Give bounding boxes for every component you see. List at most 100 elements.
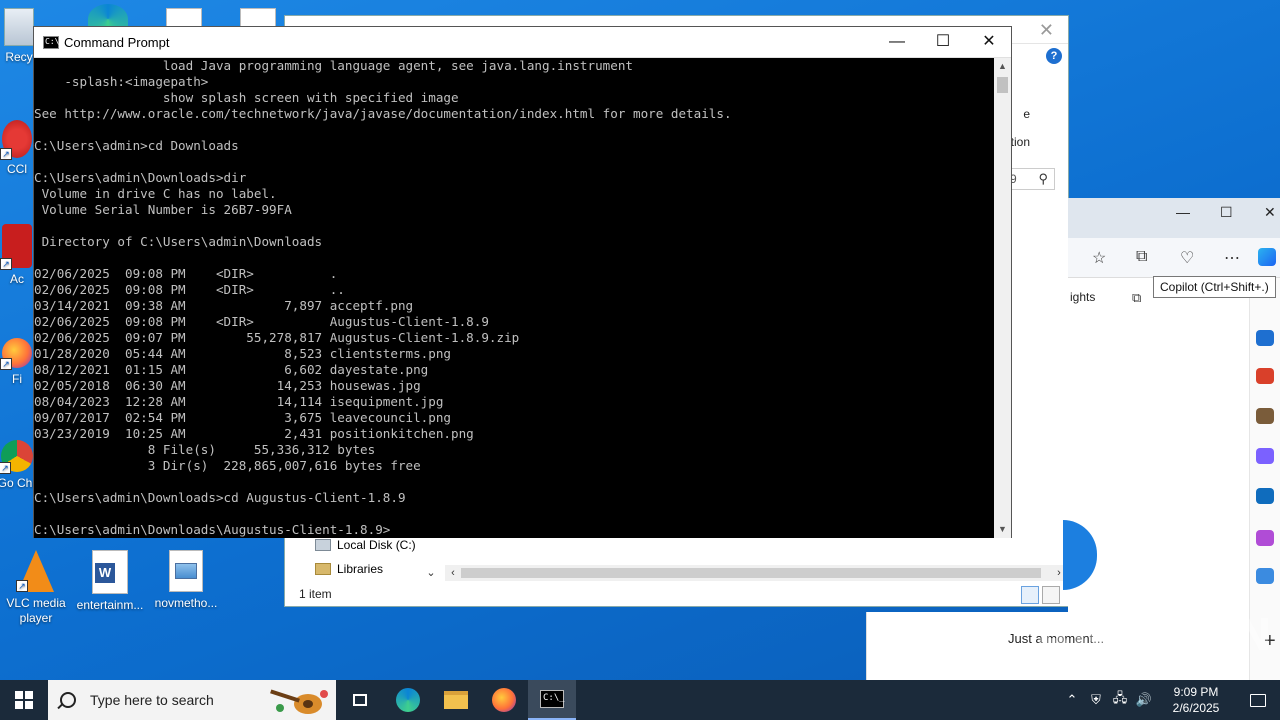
firefox-icon <box>492 688 516 712</box>
edge-titlebar[interactable]: — ☐ ✕ <box>1068 198 1280 238</box>
tree-item-libraries[interactable]: Libraries <box>315 562 383 576</box>
ribbon-text-line: e <box>1023 107 1030 121</box>
desktop-icon-label: novmetho... <box>154 596 218 610</box>
minimize-button[interactable]: — <box>874 27 920 58</box>
desktop-icon-label: entertainm... <box>76 598 144 612</box>
search-icon: ⚲ <box>1038 171 1048 186</box>
taskbar-edge-button[interactable] <box>384 680 432 720</box>
acrobat-icon: ↗ <box>0 224 32 270</box>
desktop-icon-label: CCl <box>7 162 27 176</box>
copilot-tooltip: Copilot (Ctrl+Shift+.) <box>1153 276 1276 298</box>
extensions-icon[interactable]: ♡ <box>1180 248 1194 268</box>
ribbon-text-line: tion <box>1010 135 1030 149</box>
open-in-new-icon[interactable]: ⧉ <box>1132 290 1141 306</box>
clock[interactable]: 9:09 PM 2/6/2025 <box>1156 684 1236 716</box>
word-logo-icon: W <box>95 563 115 583</box>
edge-icon <box>396 688 420 712</box>
search-highlight-icon <box>268 684 330 716</box>
firefox-icon: ↗ <box>0 338 32 370</box>
help-icon[interactable]: ? <box>1046 48 1062 64</box>
shopping-icon[interactable] <box>1256 330 1274 346</box>
task-view-button[interactable] <box>336 680 384 720</box>
desktop-icon-vlc[interactable]: ↗ VLC media player <box>0 550 74 626</box>
edge-page-partial-text: ights <box>1070 290 1096 304</box>
desktop-icon-image-file[interactable]: novmetho... <box>148 550 224 611</box>
tree-item-local-disk[interactable]: Local Disk (C:) <box>315 538 416 552</box>
shortcut-arrow-icon: ↗ <box>0 258 12 270</box>
chevron-up-icon[interactable]: ⌃ <box>1060 692 1084 708</box>
taskbar-cmd-button[interactable]: C:\_ <box>528 680 576 720</box>
desktop-icon-word-doc[interactable]: W entertainm... <box>72 550 148 613</box>
tree-scroll-down[interactable]: ⌄ <box>423 566 439 582</box>
drop-icon[interactable] <box>1256 568 1274 584</box>
shortcut-arrow-icon: ↗ <box>0 148 12 160</box>
more-icon[interactable]: ⋯ <box>1224 248 1240 268</box>
close-icon[interactable]: ✕ <box>1264 204 1276 221</box>
ribbon-partial-text: e tion <box>1011 100 1030 156</box>
scrollbar-thumb[interactable] <box>461 568 1041 578</box>
ccleaner-icon: ↗ <box>0 120 32 160</box>
vertical-scrollbar[interactable]: ▲ ▼ <box>994 58 1011 538</box>
watermark: ANY RUN <box>1036 610 1275 661</box>
library-icon <box>315 563 331 575</box>
maximize-button[interactable]: ☐ <box>920 27 966 58</box>
view-toggle <box>1021 586 1060 604</box>
tree-item-label: Local Disk (C:) <box>337 538 416 552</box>
close-icon[interactable]: ✕ <box>1039 20 1054 41</box>
desktop-icon-label: VLC media player <box>6 596 66 625</box>
thumbnail-view-button[interactable] <box>1042 586 1060 604</box>
desktop-icon-label: Go Chr <box>0 476 37 490</box>
status-bar-text: 1 item <box>299 587 332 601</box>
scroll-left-icon[interactable]: ‹ <box>445 565 461 581</box>
navigation-tree: Local Disk (C:) Libraries <box>285 536 440 586</box>
desktop-icon-label: Fi <box>12 372 22 386</box>
shortcut-arrow-icon: ↗ <box>0 358 12 370</box>
favorites-icon[interactable]: ☆ <box>1092 248 1106 268</box>
volume-icon[interactable]: 🔊 <box>1132 692 1156 708</box>
notification-button[interactable] <box>1236 693 1280 707</box>
outlook-icon[interactable] <box>1256 488 1274 504</box>
clock-time: 9:09 PM <box>1173 685 1219 699</box>
console-text: load Java programming language agent, se… <box>34 58 732 537</box>
scrollbar-thumb[interactable] <box>997 77 1008 93</box>
games-icon[interactable] <box>1256 408 1274 424</box>
taskbar: Type here to search C:\_ ⌃ ⛨ 🖧 🔊 9:09 PM… <box>0 680 1280 720</box>
taskbar-search[interactable]: Type here to search <box>48 680 336 720</box>
microsoft365-icon[interactable] <box>1256 448 1274 464</box>
cmd-icon: C:\_ <box>540 690 565 708</box>
scroll-down-icon[interactable]: ▼ <box>994 521 1011 538</box>
details-view-button[interactable] <box>1021 586 1039 604</box>
search-icon <box>60 692 76 708</box>
console-output[interactable]: load Java programming language agent, se… <box>34 58 995 538</box>
search-input[interactable]: 9 ⚲ <box>1005 168 1055 190</box>
maximize-icon[interactable]: ☐ <box>1220 204 1233 221</box>
command-prompt-window[interactable]: C:\ Command Prompt — ☐ ✕ load Java progr… <box>33 26 1012 538</box>
image-thumbnail-icon <box>175 563 197 579</box>
copilot-icon[interactable] <box>1258 248 1276 266</box>
shortcut-arrow-icon: ↗ <box>0 462 11 474</box>
vlc-icon: ↗ <box>16 550 54 592</box>
taskbar-explorer-button[interactable] <box>432 680 480 720</box>
horizontal-scrollbar[interactable]: ‹ › <box>445 565 1067 581</box>
edge-browser-window[interactable]: — ☐ ✕ ☆ ⧉ ♡ ⋯ ⧉ <box>1068 198 1280 680</box>
tools-icon[interactable] <box>1256 368 1274 384</box>
image-file-icon <box>169 550 203 592</box>
scroll-up-icon[interactable]: ▲ <box>994 58 1011 75</box>
cmd-titlebar[interactable]: C:\ Command Prompt — ☐ ✕ <box>34 27 1011 58</box>
collections-icon[interactable]: ⧉ <box>1136 248 1147 266</box>
tree-item-label: Libraries <box>337 562 384 576</box>
word-doc-icon: W <box>92 550 128 594</box>
taskbar-firefox-button[interactable] <box>480 680 528 720</box>
minimize-icon[interactable]: — <box>1176 204 1190 220</box>
disk-icon <box>315 539 331 551</box>
start-button[interactable] <box>0 680 48 720</box>
designer-icon[interactable] <box>1256 530 1274 546</box>
task-view-icon <box>353 694 367 706</box>
window-title: Command Prompt <box>64 35 170 50</box>
network-icon[interactable]: 🖧 <box>1108 689 1132 711</box>
notification-icon <box>1250 693 1266 707</box>
security-icon[interactable]: ⛨ <box>1084 692 1108 708</box>
clock-date: 2/6/2025 <box>1172 701 1220 715</box>
close-button[interactable]: ✕ <box>966 27 1012 58</box>
desktop-icon-label: Ac <box>9 272 24 286</box>
